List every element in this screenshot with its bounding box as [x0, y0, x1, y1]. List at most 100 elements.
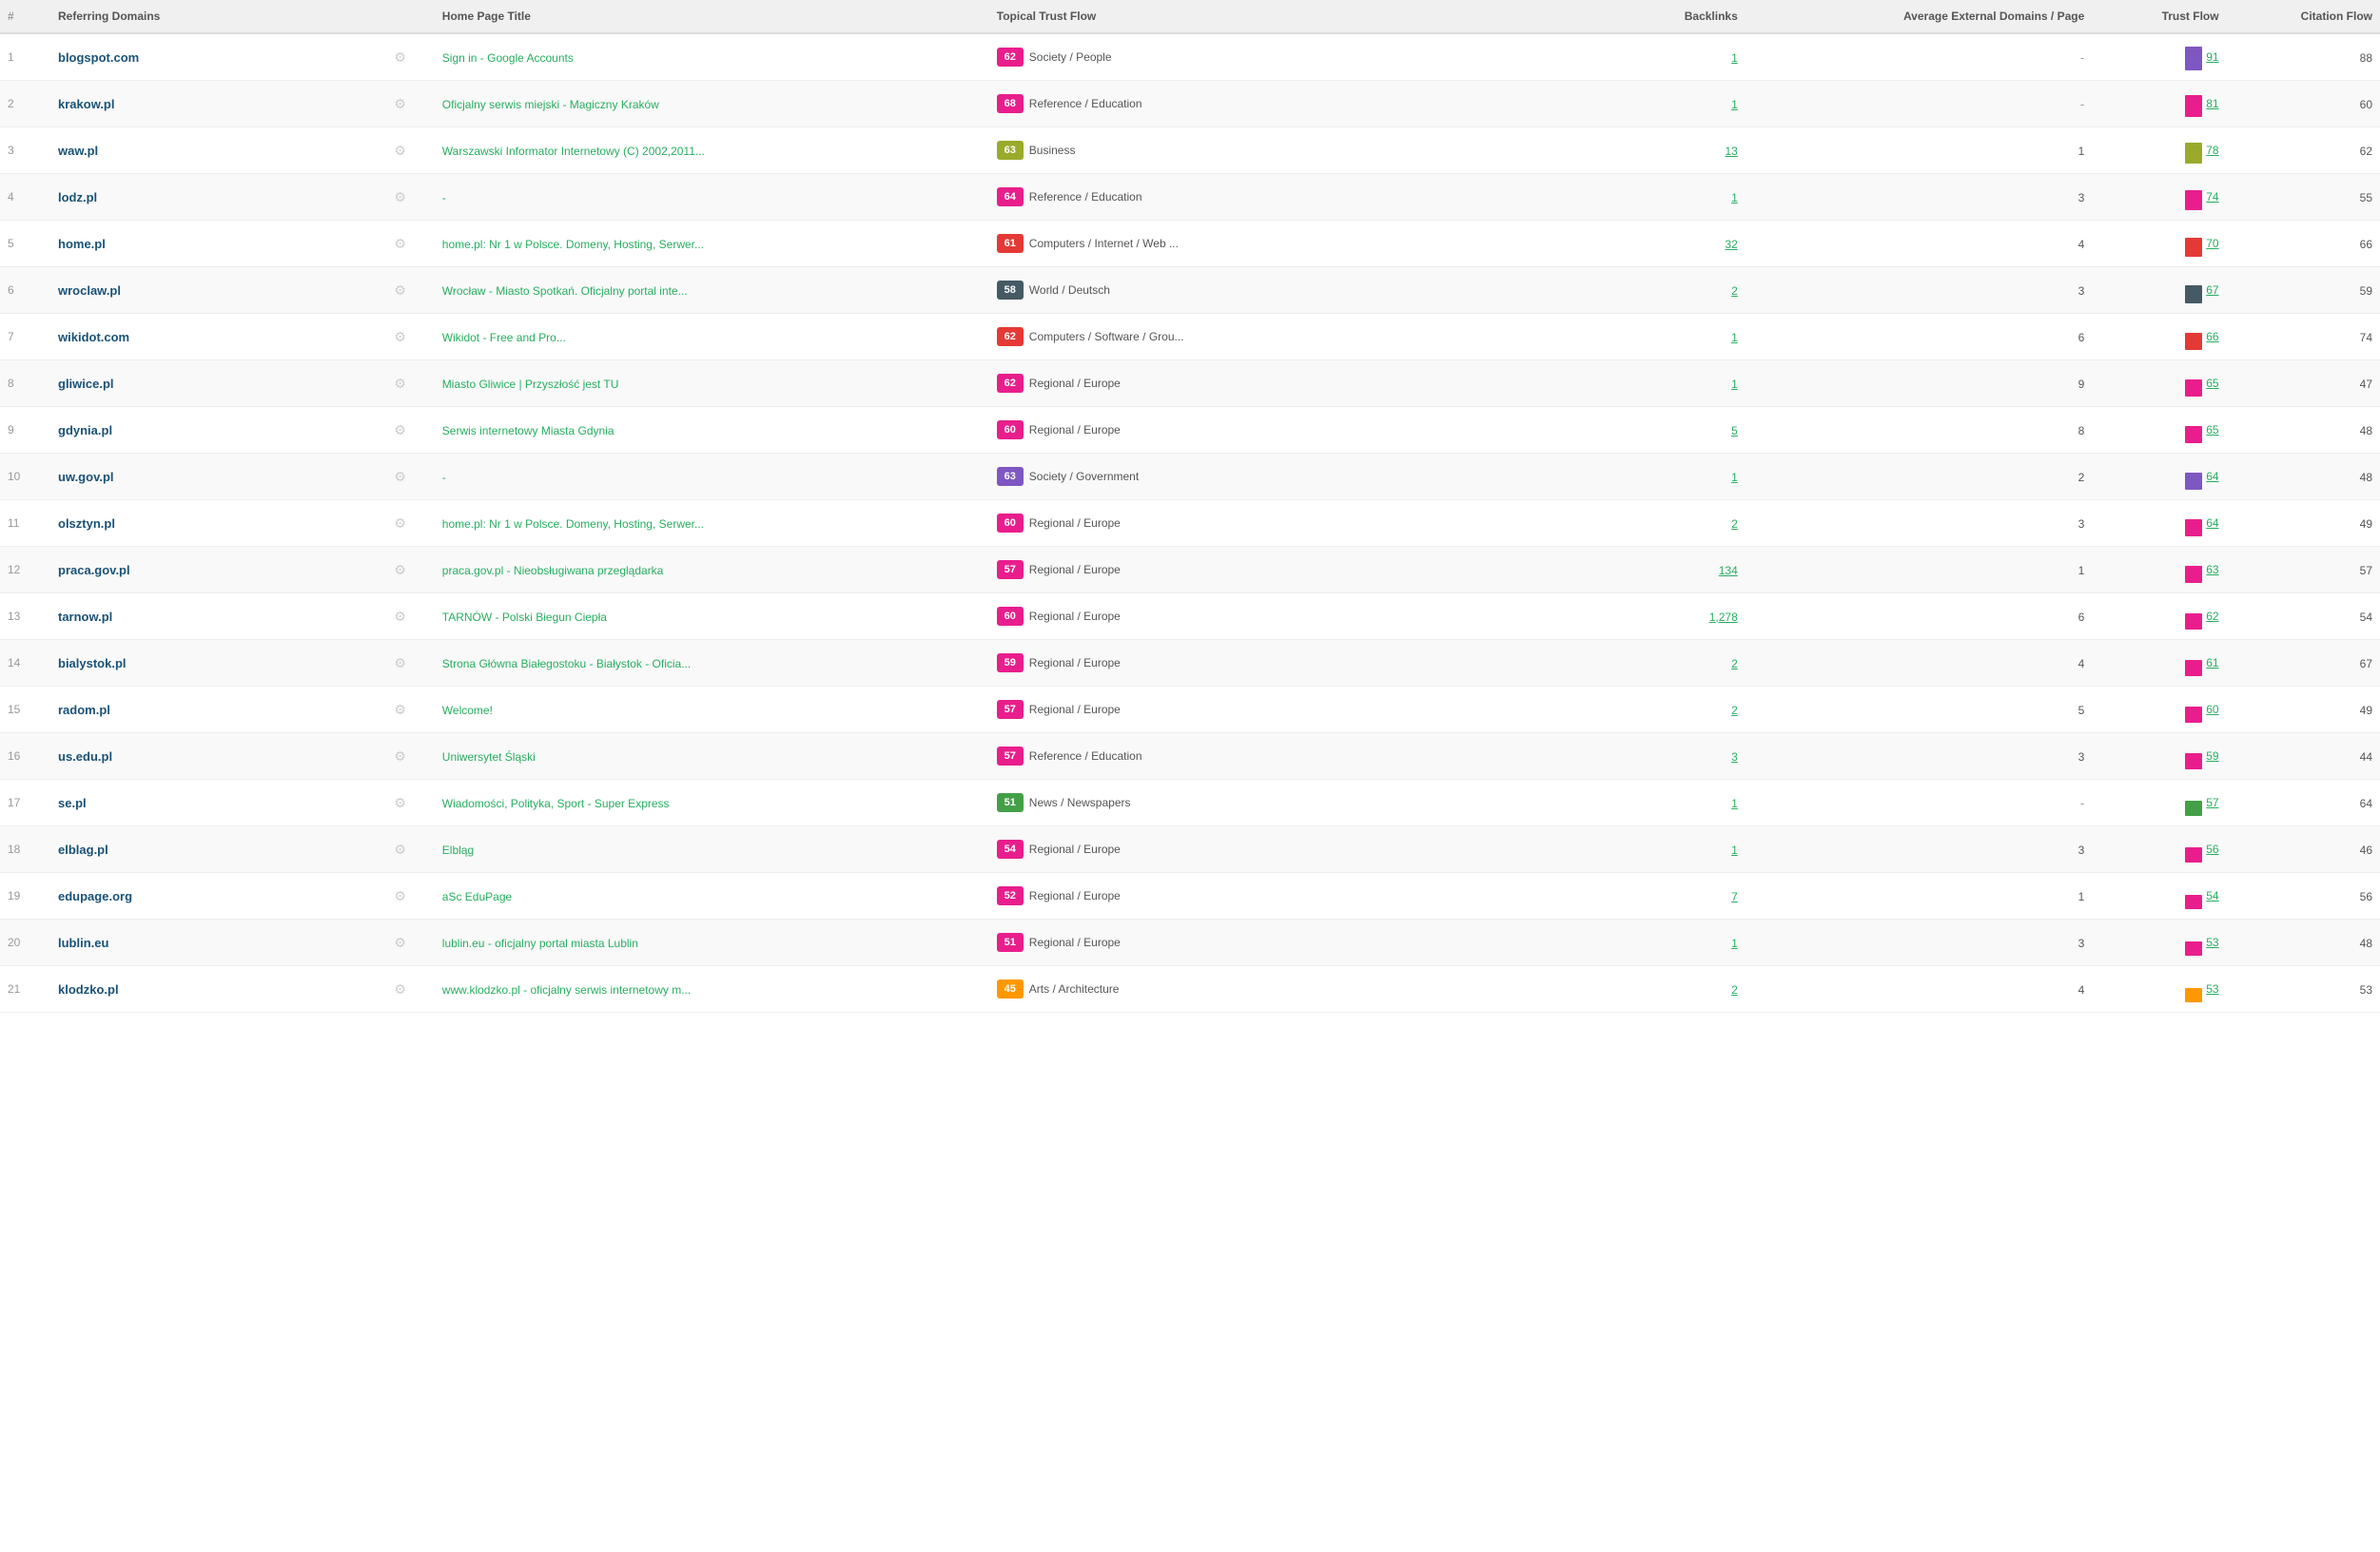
- gear-icon[interactable]: ⚙: [394, 609, 406, 624]
- backlinks-link[interactable]: 1: [1731, 331, 1738, 344]
- trust-flow-link[interactable]: 67: [2206, 283, 2218, 297]
- row-backlinks[interactable]: 1: [1594, 826, 1746, 873]
- page-title-link[interactable]: Strona Główna Białegostoku - Białystok -…: [442, 657, 691, 670]
- row-trust-flow[interactable]: 61: [2092, 640, 2226, 687]
- trust-flow-link[interactable]: 65: [2206, 423, 2218, 436]
- row-trust-flow[interactable]: 91: [2092, 33, 2226, 81]
- page-title-link[interactable]: Serwis internetowy Miasta Gdynia: [442, 424, 615, 437]
- row-backlinks[interactable]: 1: [1594, 920, 1746, 966]
- col-header-topical-trust-flow[interactable]: Topical Trust Flow: [989, 0, 1594, 33]
- trust-flow-link[interactable]: 56: [2206, 843, 2218, 856]
- row-backlinks[interactable]: 3: [1594, 733, 1746, 780]
- row-trust-flow[interactable]: 63: [2092, 547, 2226, 593]
- backlinks-link[interactable]: 5: [1731, 424, 1738, 437]
- row-domain[interactable]: wikidot.com: [50, 314, 386, 360]
- row-page-title[interactable]: www.klodzko.pl - oficjalny serwis intern…: [435, 966, 989, 1013]
- row-backlinks[interactable]: 1,278: [1594, 593, 1746, 640]
- backlinks-link[interactable]: 7: [1731, 890, 1738, 903]
- row-backlinks[interactable]: 2: [1594, 500, 1746, 547]
- backlinks-link[interactable]: 1: [1731, 378, 1738, 391]
- domain-link[interactable]: wikidot.com: [58, 330, 129, 344]
- page-title-link[interactable]: home.pl: Nr 1 w Polsce. Domeny, Hosting,…: [442, 238, 704, 251]
- row-trust-flow[interactable]: 53: [2092, 966, 2226, 1013]
- trust-flow-link[interactable]: 91: [2206, 50, 2218, 64]
- row-trust-flow[interactable]: 60: [2092, 687, 2226, 733]
- row-page-title[interactable]: Miasto Gliwice | Przyszłość jest TU: [435, 360, 989, 407]
- backlinks-link[interactable]: 2: [1731, 284, 1738, 298]
- domain-link[interactable]: krakow.pl: [58, 97, 114, 111]
- gear-icon[interactable]: ⚙: [394, 143, 406, 158]
- gear-icon[interactable]: ⚙: [394, 748, 406, 764]
- row-page-title[interactable]: Wikidot - Free and Pro...: [435, 314, 989, 360]
- backlinks-link[interactable]: 1,278: [1709, 611, 1738, 624]
- gear-icon[interactable]: ⚙: [394, 96, 406, 111]
- row-trust-flow[interactable]: 78: [2092, 127, 2226, 174]
- gear-icon[interactable]: ⚙: [394, 422, 406, 437]
- domain-link[interactable]: gliwice.pl: [58, 377, 114, 391]
- row-backlinks[interactable]: 1: [1594, 174, 1746, 221]
- row-gear[interactable]: ⚙: [386, 547, 434, 593]
- row-page-title[interactable]: Oficjalny serwis miejski - Magiczny Krak…: [435, 81, 989, 127]
- row-gear[interactable]: ⚙: [386, 221, 434, 267]
- row-page-title[interactable]: Elbląg: [435, 826, 989, 873]
- page-title-link[interactable]: Warszawski Informator Internetowy (C) 20…: [442, 145, 705, 158]
- row-trust-flow[interactable]: 64: [2092, 500, 2226, 547]
- row-trust-flow[interactable]: 65: [2092, 407, 2226, 454]
- row-gear[interactable]: ⚙: [386, 174, 434, 221]
- backlinks-link[interactable]: 2: [1731, 704, 1738, 717]
- row-trust-flow[interactable]: 57: [2092, 780, 2226, 826]
- row-page-title[interactable]: Warszawski Informator Internetowy (C) 20…: [435, 127, 989, 174]
- row-page-title[interactable]: Uniwersytet Śląski: [435, 733, 989, 780]
- row-trust-flow[interactable]: 81: [2092, 81, 2226, 127]
- page-title-link[interactable]: Miasto Gliwice | Przyszłość jest TU: [442, 378, 619, 391]
- row-gear[interactable]: ⚙: [386, 780, 434, 826]
- row-backlinks[interactable]: 2: [1594, 640, 1746, 687]
- row-gear[interactable]: ⚙: [386, 920, 434, 966]
- trust-flow-link[interactable]: 64: [2206, 470, 2218, 483]
- row-gear[interactable]: ⚙: [386, 314, 434, 360]
- row-domain[interactable]: elblag.pl: [50, 826, 386, 873]
- page-title-link[interactable]: Welcome!: [442, 704, 493, 717]
- row-domain[interactable]: lublin.eu: [50, 920, 386, 966]
- row-gear[interactable]: ⚙: [386, 454, 434, 500]
- trust-flow-link[interactable]: 61: [2206, 656, 2218, 669]
- domain-link[interactable]: gdynia.pl: [58, 423, 112, 437]
- domain-link[interactable]: olsztyn.pl: [58, 516, 115, 531]
- gear-icon[interactable]: ⚙: [394, 236, 406, 251]
- col-header-referring-domains[interactable]: Referring Domains: [50, 0, 386, 33]
- row-trust-flow[interactable]: 67: [2092, 267, 2226, 314]
- page-title-link[interactable]: aSc EduPage: [442, 890, 512, 903]
- row-trust-flow[interactable]: 74: [2092, 174, 2226, 221]
- row-backlinks[interactable]: 13: [1594, 127, 1746, 174]
- trust-flow-link[interactable]: 57: [2206, 796, 2218, 809]
- backlinks-link[interactable]: 1: [1731, 844, 1738, 857]
- row-domain[interactable]: waw.pl: [50, 127, 386, 174]
- page-title-link[interactable]: Elbląg: [442, 844, 474, 857]
- trust-flow-link[interactable]: 63: [2206, 563, 2218, 576]
- page-title-link[interactable]: Oficjalny serwis miejski - Magiczny Krak…: [442, 98, 659, 111]
- row-backlinks[interactable]: 1: [1594, 81, 1746, 127]
- row-domain[interactable]: lodz.pl: [50, 174, 386, 221]
- col-header-backlinks[interactable]: Backlinks: [1594, 0, 1746, 33]
- gear-icon[interactable]: ⚙: [394, 329, 406, 344]
- trust-flow-link[interactable]: 59: [2206, 749, 2218, 763]
- domain-link[interactable]: waw.pl: [58, 144, 98, 158]
- row-gear[interactable]: ⚙: [386, 687, 434, 733]
- domain-link[interactable]: lodz.pl: [58, 190, 97, 204]
- row-page-title[interactable]: lublin.eu - oficjalny portal miasta Lubl…: [435, 920, 989, 966]
- row-domain[interactable]: krakow.pl: [50, 81, 386, 127]
- row-trust-flow[interactable]: 66: [2092, 314, 2226, 360]
- row-domain[interactable]: blogspot.com: [50, 33, 386, 81]
- gear-icon[interactable]: ⚙: [394, 282, 406, 298]
- backlinks-link[interactable]: 1: [1731, 937, 1738, 950]
- row-domain[interactable]: wroclaw.pl: [50, 267, 386, 314]
- row-trust-flow[interactable]: 53: [2092, 920, 2226, 966]
- row-backlinks[interactable]: 2: [1594, 687, 1746, 733]
- row-trust-flow[interactable]: 62: [2092, 593, 2226, 640]
- domain-link[interactable]: lublin.eu: [58, 936, 108, 950]
- backlinks-link[interactable]: 1: [1731, 797, 1738, 810]
- backlinks-link[interactable]: 2: [1731, 657, 1738, 670]
- page-title-link[interactable]: TARNÓW - Polski Biegun Ciepła: [442, 611, 607, 624]
- domain-link[interactable]: radom.pl: [58, 703, 110, 717]
- backlinks-link[interactable]: 1: [1731, 471, 1738, 484]
